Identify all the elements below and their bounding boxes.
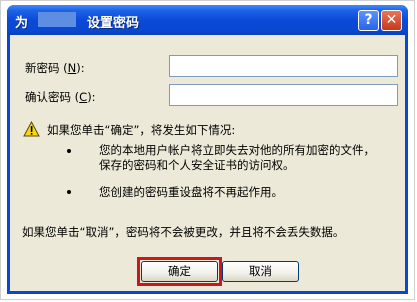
new-password-label: 新密码 (N): (25, 61, 85, 75)
confirm-password-field[interactable] (169, 84, 398, 106)
bullet-2-line-1: 您创建的密码重设盘将不再起作用。 (99, 185, 283, 199)
bullet-1-line-1: 您的本地用户帐户将立即失去对他的所有加密的文件， (99, 143, 375, 157)
new-password-field[interactable] (169, 55, 398, 77)
ok-button[interactable]: 确定 (141, 261, 218, 282)
dialog-title: 设置密码 (87, 16, 140, 31)
cancel-button[interactable]: 取消 (222, 261, 299, 282)
dialog-body: 新密码 (N): 确认密码 (C): 如果您单击“确定”，将发生如下情况: 您的… (10, 35, 405, 291)
bullet-1-line-2: 保存的密码和个人安全证书的访问权。 (99, 158, 295, 172)
help-button[interactable]: ? (358, 10, 379, 31)
confirm-password-label: 确认密码 (C): (25, 90, 96, 104)
cancel-note: 如果您单击“取消”，密码将不会被更改，并且将不会丢失数据。 (22, 225, 345, 239)
bullet-marker (67, 190, 71, 194)
warning-icon (23, 121, 40, 137)
warning-intro: 如果您单击“确定”，将发生如下情况: (47, 123, 236, 137)
bullet-marker (67, 149, 71, 153)
set-password-dialog: 为 设置密码 ? ✕ 新密码 (N): 确认密码 (C): 如果您单击“确定”，… (7, 5, 408, 294)
title-bar[interactable]: 为 设置密码 ? ✕ (7, 5, 408, 35)
title-prefix: 为 (15, 16, 29, 31)
redacted-username (38, 12, 76, 27)
close-button[interactable]: ✕ (381, 10, 402, 31)
